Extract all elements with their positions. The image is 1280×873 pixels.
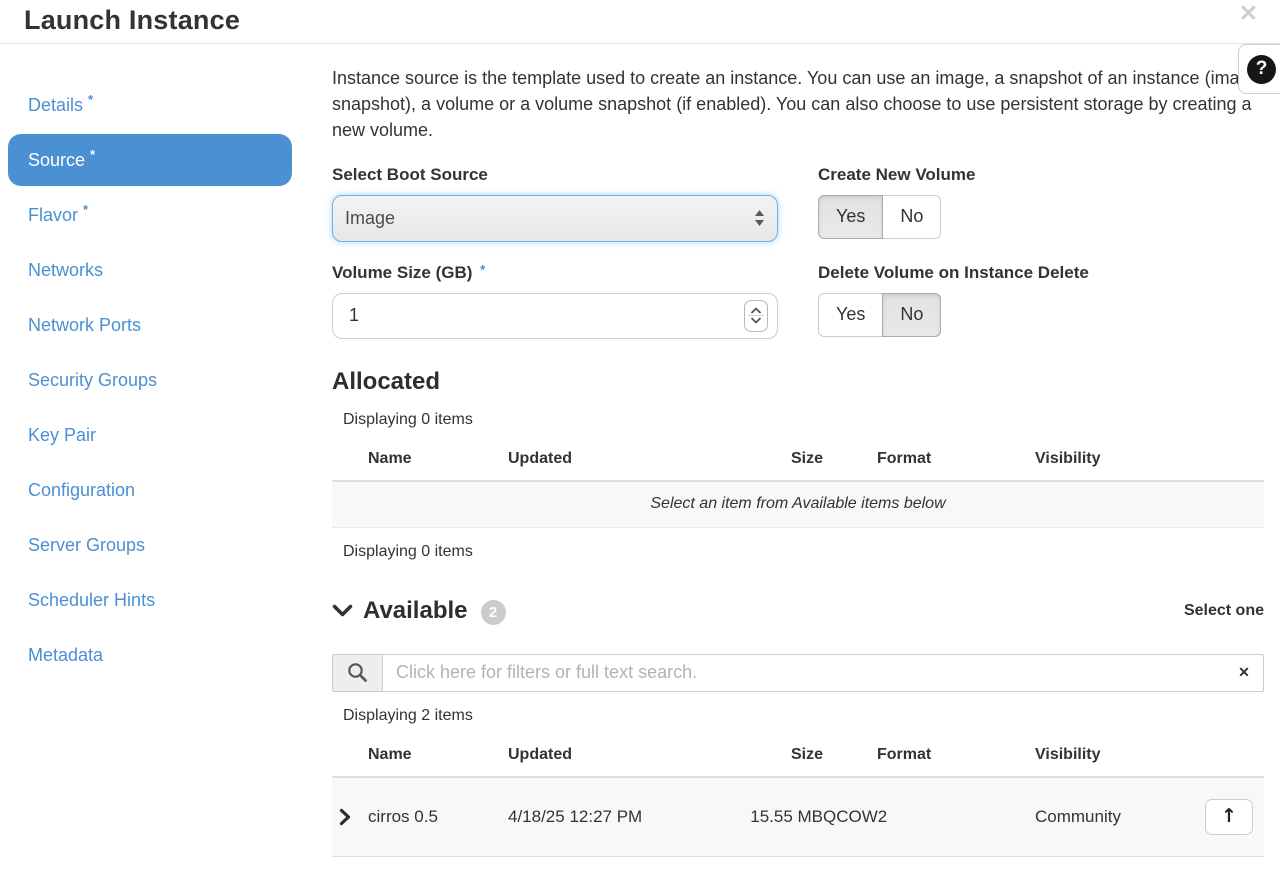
sidebar-item-networks[interactable]: Networks [0, 243, 332, 298]
create-new-volume-label: Create New Volume [818, 165, 975, 185]
sidebar-item-label: Security Groups [28, 370, 157, 391]
available-table-header: Name Updated Size Format Visibility [332, 738, 1264, 777]
column-header-updated: Updated [508, 738, 718, 777]
sidebar-item-label: Key Pair [28, 425, 96, 446]
sidebar-item-metadata[interactable]: Metadata [0, 628, 332, 683]
column-header-name: Name [368, 738, 508, 777]
delete-volume-label: Delete Volume on Instance Delete [818, 263, 1089, 283]
sidebar-item-key-pair[interactable]: Key Pair [0, 408, 332, 463]
volume-size-label: Volume Size (GB) * [332, 263, 778, 283]
allocate-item-button[interactable]: ↑ [1205, 799, 1253, 835]
available-count: Displaying 2 items [343, 707, 1264, 725]
sidebar-item-label: Metadata [28, 645, 103, 666]
source-step-content: Instance source is the template used to … [332, 44, 1280, 857]
delete-volume-yes-button[interactable]: Yes [818, 293, 883, 337]
search-icon [333, 655, 383, 691]
sidebar-item-label: Networks [28, 260, 103, 281]
wizard-nav: Details * Source * Flavor * Networks Net… [0, 44, 332, 857]
sidebar-item-details[interactable]: Details * [0, 78, 332, 133]
sidebar-item-label: Scheduler Hints [28, 590, 155, 611]
cell-visibility: Community [1035, 777, 1205, 857]
allocated-table: Name Updated Size Format Visibility Sele… [332, 442, 1264, 528]
allocated-count-bottom: Displaying 0 items [343, 543, 1264, 561]
select-arrows-icon [754, 209, 765, 227]
column-header-visibility: Visibility [1035, 738, 1205, 777]
sidebar-item-label: Source [28, 150, 85, 171]
sidebar-item-configuration[interactable]: Configuration [0, 463, 332, 518]
cell-size: 15.55 MB [718, 777, 823, 857]
boot-source-value: Image [345, 208, 395, 229]
cell-name: cirros 0.5 [368, 777, 508, 857]
source-description: Instance source is the template used to … [332, 66, 1264, 144]
sidebar-item-network-ports[interactable]: Network Ports [0, 298, 332, 353]
available-table: Name Updated Size Format Visibility [332, 738, 1264, 857]
sidebar-item-source[interactable]: Source * [8, 134, 292, 186]
allocated-heading: Allocated [332, 368, 1264, 396]
sidebar-item-scheduler-hints[interactable]: Scheduler Hints [0, 573, 332, 628]
close-icon[interactable]: ✕ [1239, 0, 1258, 26]
sidebar-item-security-groups[interactable]: Security Groups [0, 353, 332, 408]
modal-header: Launch Instance ✕ [0, 0, 1280, 44]
column-header-format: Format [823, 738, 1035, 777]
select-one-hint: Select one [1184, 602, 1264, 620]
search-input[interactable] [383, 655, 1225, 691]
sidebar-item-label: Configuration [28, 480, 135, 501]
sidebar-item-label: Server Groups [28, 535, 145, 556]
column-header-updated: Updated [508, 442, 718, 481]
required-asterisk: * [83, 202, 88, 217]
boot-source-row: Select Boot Source Image Create New Volu… [332, 165, 1264, 242]
allocated-empty-row: Select an item from Available items belo… [332, 481, 1264, 528]
cell-format: QCOW2 [823, 777, 1035, 857]
clear-search-icon[interactable]: ✕ [1225, 655, 1263, 691]
column-header-name: Name [368, 442, 508, 481]
required-asterisk: * [90, 147, 95, 162]
column-header-size: Size [718, 442, 823, 481]
delete-volume-no-button[interactable]: No [882, 293, 941, 337]
available-count-badge: 2 [481, 600, 506, 625]
boot-source-select[interactable]: Image [332, 195, 778, 242]
sidebar-item-label: Network Ports [28, 315, 141, 336]
create-new-volume-no-button[interactable]: No [882, 195, 941, 239]
sidebar-item-label: Flavor [28, 205, 78, 226]
modal-body: Details * Source * Flavor * Networks Net… [0, 44, 1280, 857]
chevron-down-icon[interactable] [332, 604, 353, 617]
page-title: Launch Instance [0, 0, 1280, 36]
number-stepper[interactable] [744, 300, 768, 332]
delete-volume-toggle: Yes No [818, 293, 941, 337]
table-row: cirros 0.5 4/18/25 12:27 PM 15.55 MB QCO… [332, 777, 1264, 857]
help-button[interactable]: ? [1238, 44, 1280, 94]
required-asterisk: * [480, 262, 485, 277]
help-icon: ? [1247, 55, 1276, 84]
sidebar-item-flavor[interactable]: Flavor * [0, 188, 332, 243]
allocated-empty-message: Select an item from Available items belo… [332, 481, 1264, 528]
allocated-table-header: Name Updated Size Format Visibility [332, 442, 1264, 481]
sidebar-item-server-groups[interactable]: Server Groups [0, 518, 332, 573]
boot-source-label: Select Boot Source [332, 165, 778, 185]
column-header-format: Format [823, 442, 1035, 481]
volume-size-input[interactable] [349, 305, 744, 326]
available-heading: Available [363, 597, 468, 625]
allocated-count-top: Displaying 0 items [343, 411, 1264, 429]
column-header-visibility: Visibility [1035, 442, 1205, 481]
create-new-volume-yes-button[interactable]: Yes [818, 195, 883, 239]
cell-updated: 4/18/25 12:27 PM [508, 777, 718, 857]
available-section-header: Available 2 Select one [332, 597, 1264, 625]
launch-instance-modal: Launch Instance ✕ ? Details * Source * F… [0, 0, 1280, 857]
filter-search-bar: ✕ [332, 654, 1264, 692]
sidebar-item-label: Details [28, 95, 83, 116]
volume-size-row: Volume Size (GB) * Delete Volume on Inst… [332, 263, 1264, 339]
column-header-size: Size [718, 738, 823, 777]
create-new-volume-toggle: Yes No [818, 195, 941, 239]
required-asterisk: * [88, 92, 93, 107]
volume-size-field [332, 293, 778, 339]
expand-row-icon[interactable] [339, 808, 368, 826]
